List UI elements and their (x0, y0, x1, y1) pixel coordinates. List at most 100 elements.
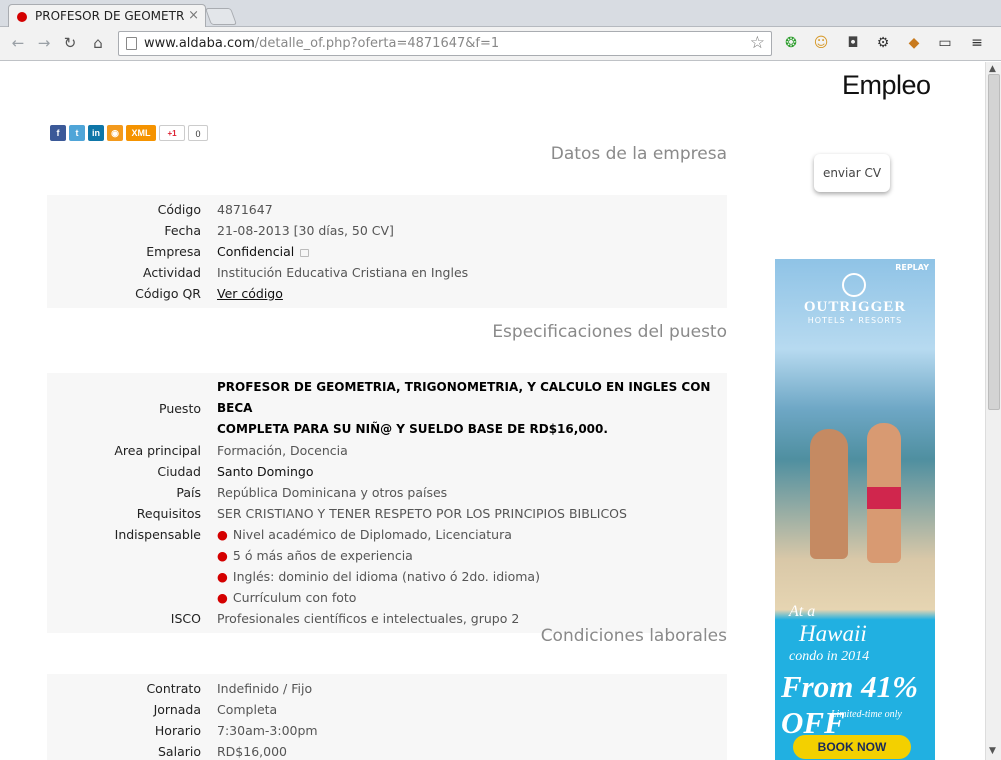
new-tab-button[interactable] (204, 8, 238, 25)
bookmark-star-icon[interactable]: ☆ (750, 33, 765, 53)
extension-face-icon[interactable]: ☺ (812, 34, 830, 52)
row-label: Puesto (159, 401, 201, 416)
page-icon (126, 37, 137, 50)
gear-icon[interactable]: ⚙ (874, 34, 892, 52)
row-label: Horario (154, 723, 201, 738)
table-row: Indispensable ● Nivel académico de Diplom… (47, 524, 727, 608)
browser-tab[interactable]: PROFESOR DE GEOMETR × (8, 4, 206, 27)
linkedin-icon[interactable]: in (88, 125, 104, 141)
company-table: Código 4871647 Fecha 21-08-2013 [30 días… (47, 195, 727, 308)
job-title-line: PROFESOR DE GEOMETRIA, TRIGONOMETRIA, Y … (217, 380, 711, 415)
bullet-icon: ● (217, 548, 228, 563)
row-label: País (176, 485, 201, 500)
job-title: PROFESOR DE GEOMETRIA, TRIGONOMETRIA, Y … (217, 377, 727, 440)
table-row: Fecha 21-08-2013 [30 días, 50 CV] (47, 220, 727, 241)
advertisement-banner[interactable]: REPLAY OUTRIGGER HOTELS • RESORTS At a H… (775, 259, 935, 760)
tab-bar: PROFESOR DE GEOMETR × (0, 0, 1001, 27)
row-label: Ciudad (157, 464, 201, 479)
table-row: Código 4871647 (47, 199, 727, 220)
bullet-icon: ● (217, 590, 228, 605)
cast-icon[interactable]: ▭ (936, 34, 954, 52)
book-now-button[interactable]: BOOK NOW (793, 735, 911, 759)
row-value: SER CRISTIANO Y TENER RESPETO POR LOS PR… (217, 506, 627, 521)
table-row: Actividad Institución Educativa Cristian… (47, 262, 727, 283)
row-label: Empresa (146, 244, 201, 259)
extension-box-icon[interactable]: ◆ (905, 34, 923, 52)
row-value: Completa (217, 702, 278, 717)
address-bar[interactable]: www.aldaba.com/detalle_of.php?oferta=487… (118, 31, 772, 56)
send-cv-button[interactable]: enviar CV (814, 154, 890, 192)
ad-brand-name: OUTRIGGER (803, 299, 907, 315)
row-label: Fecha (164, 223, 201, 238)
site-logo[interactable]: Empleo (842, 70, 931, 101)
pocket-icon[interactable]: ◘ (844, 34, 862, 52)
close-tab-icon[interactable]: × (188, 8, 199, 23)
row-label: Salario (158, 744, 201, 759)
ad-line: condo in 2014 (789, 649, 870, 664)
scroll-thumb[interactable] (988, 74, 1000, 410)
table-row: Requisitos SER CRISTIANO Y TENER RESPETO… (47, 503, 727, 524)
page-scrollbar[interactable]: ▲ ▼ (985, 62, 1001, 760)
table-row: Empresa Confidencial (47, 241, 727, 262)
row-label: Jornada (153, 702, 201, 717)
requirement-text: Inglés: dominio del idioma (nativo ó 2do… (232, 569, 540, 584)
ad-brand-sub: HOTELS • RESORTS (807, 316, 903, 325)
table-row: Salario RD$16,000 (47, 741, 727, 760)
table-row: Puesto PROFESOR DE GEOMETRIA, TRIGONOMET… (47, 377, 727, 440)
url-path: /detalle_of.php?oferta=4871647&f=1 (254, 36, 500, 51)
ad-line: Limited-time only (831, 709, 902, 720)
ad-replay-button[interactable]: REPLAY (895, 263, 929, 272)
position-table: Puesto PROFESOR DE GEOMETRIA, TRIGONOMET… (47, 373, 727, 633)
facebook-icon[interactable]: f (50, 125, 66, 141)
ad-brand: OUTRIGGER HOTELS • RESORTS (775, 299, 935, 325)
browser-toolbar: ← → ↻ ⌂ www.aldaba.com/detalle_of.php?of… (0, 27, 1001, 61)
row-value: Institución Educativa Cristiana en Ingle… (217, 265, 469, 280)
requirement-text: Currículum con foto (232, 590, 357, 605)
table-row: Horario 7:30am-3:00pm (47, 720, 727, 741)
menu-icon[interactable]: ≡ (968, 34, 986, 52)
job-title-line: COMPLETA PARA SU NIÑ@ Y SUELDO BASE DE R… (217, 422, 608, 436)
lock-icon (300, 249, 310, 257)
xml-button[interactable]: XML (126, 125, 156, 141)
row-label: Requisitos (136, 506, 201, 521)
extension-green-icon[interactable]: ❂ (782, 34, 800, 52)
row-value: 21-08-2013 [30 días, 50 CV] (217, 223, 394, 238)
table-row: Area principal Formación, Docencia (47, 440, 727, 461)
row-label: Contrato (146, 681, 201, 696)
list-item: ● Currículum con foto (217, 587, 719, 608)
scroll-down-icon[interactable]: ▼ (989, 746, 996, 756)
table-row: Contrato Indefinido / Fijo (47, 678, 727, 699)
back-icon[interactable]: ← (8, 33, 28, 53)
row-value: República Dominicana y otros países (217, 485, 448, 500)
rss-icon[interactable]: ◉ (107, 125, 123, 141)
forward-icon[interactable]: → (34, 33, 54, 53)
table-row: Código QR Ver código (47, 283, 727, 304)
section-title-company: Datos de la empresa (550, 144, 727, 164)
row-value: 7:30am-3:00pm (217, 723, 318, 738)
conditions-table: Contrato Indefinido / Fijo Jornada Compl… (47, 674, 727, 760)
row-value: RD$16,000 (217, 744, 288, 759)
row-label: Actividad (143, 265, 201, 280)
row-value: Santo Domingo (217, 464, 314, 479)
section-title-conditions: Condiciones laborales (540, 626, 727, 646)
table-row: Ciudad Santo Domingo (47, 461, 727, 482)
row-value: Indefinido / Fijo (217, 681, 313, 696)
row-value: Formación, Docencia (217, 443, 348, 458)
row-value: Confidencial (217, 241, 727, 262)
social-share-bar: f t in ◉ XML +1 0 (50, 125, 208, 141)
row-label: Código (157, 202, 201, 217)
scroll-up-icon[interactable]: ▲ (989, 64, 996, 74)
row-label: Area principal (114, 443, 201, 458)
list-item: ● Inglés: dominio del idioma (nativo ó 2d… (217, 566, 719, 587)
twitter-icon[interactable]: t (69, 125, 85, 141)
gplus-button[interactable]: +1 (159, 125, 185, 141)
company-name: Confidencial (217, 244, 295, 259)
home-icon[interactable]: ⌂ (88, 33, 108, 53)
ad-person-icon (810, 429, 848, 559)
bullet-icon: ● (217, 527, 228, 542)
qr-code-link[interactable]: Ver código (217, 286, 283, 301)
reload-icon[interactable]: ↻ (60, 33, 80, 53)
row-label: Código QR (135, 286, 201, 301)
ad-line: Hawaii (799, 621, 867, 646)
tab-title: PROFESOR DE GEOMETR (35, 9, 185, 23)
